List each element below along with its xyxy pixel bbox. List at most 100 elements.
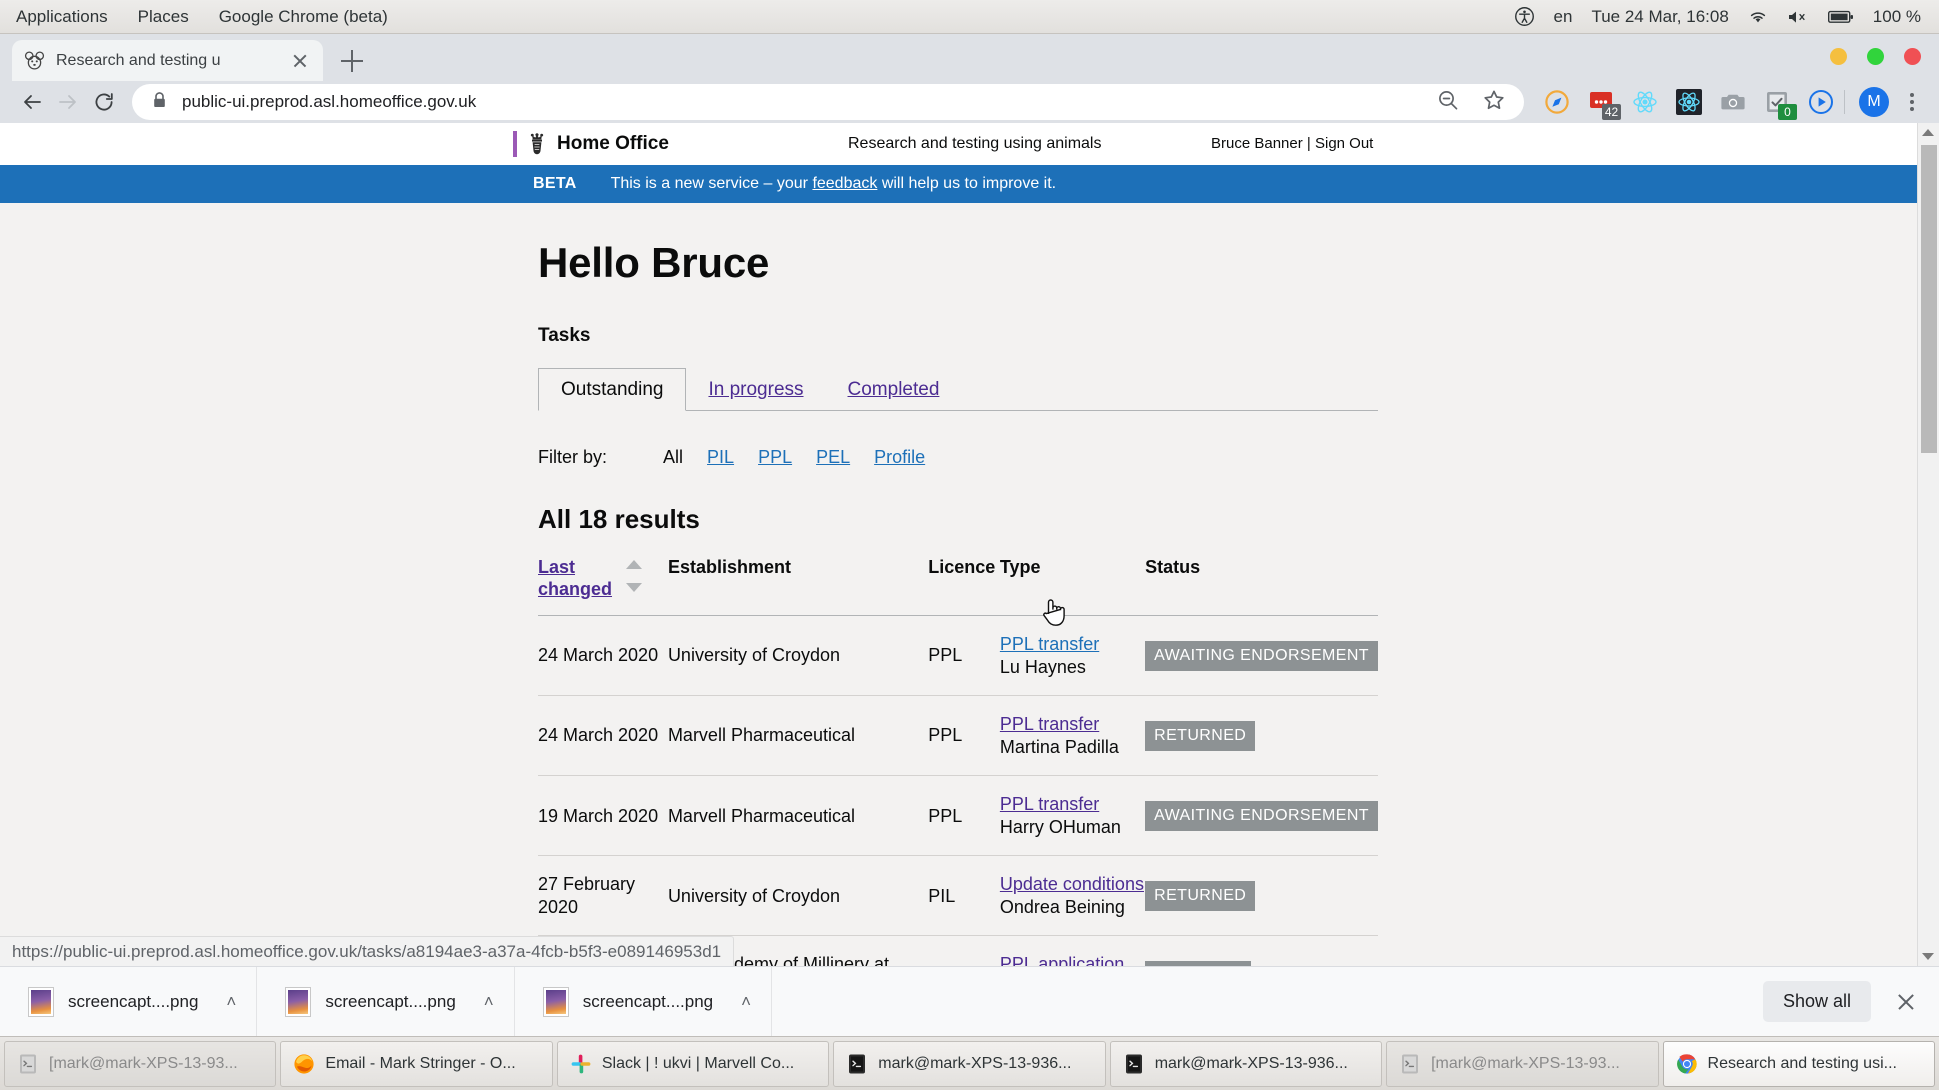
task-link[interactable]: Update conditions [1000, 873, 1145, 896]
taskbar-item-terminal-1[interactable]: [mark@mark-XPS-13-93... [4, 1040, 277, 1087]
new-tab-button[interactable] [338, 47, 366, 75]
filter-pel[interactable]: PEL [816, 447, 850, 468]
chrome-icon [1676, 1053, 1698, 1075]
back-button[interactable] [14, 84, 50, 120]
cell-licence: PPL [928, 695, 1000, 777]
scroll-up-icon[interactable] [1922, 129, 1934, 136]
reload-button[interactable] [86, 84, 122, 120]
download-item[interactable]: screencapt....png ˄ [257, 966, 515, 1037]
tasks-label: Tasks [538, 325, 591, 346]
zoom-out-icon[interactable] [1436, 88, 1460, 117]
task-link[interactable]: PPL transfer [1000, 793, 1145, 816]
sort-last-changed-link[interactable]: Last changed [538, 557, 612, 601]
status-url: https://public-ui.preprod.asl.homeoffice… [12, 941, 722, 961]
volume-muted-icon[interactable] [1787, 9, 1809, 25]
task-link[interactable]: PPL application [1000, 953, 1145, 966]
task-person: Ondrea Beining [999, 897, 1125, 918]
kebab-menu-icon[interactable] [1899, 87, 1925, 117]
taskbar-item-terminal-2[interactable]: mark@mark-XPS-13-936... [833, 1040, 1106, 1087]
table-row[interactable]: 27 February 2020 University of Croydon P… [538, 855, 1378, 937]
filter-profile[interactable]: Profile [874, 447, 925, 468]
minimize-button[interactable] [1830, 48, 1847, 65]
language-indicator[interactable]: en [1554, 7, 1573, 27]
task-link[interactable]: PPL transfer [1000, 633, 1145, 656]
tab-close-icon[interactable] [289, 50, 311, 72]
scroll-down-icon[interactable] [1922, 953, 1934, 960]
menu-applications[interactable]: Applications [16, 7, 108, 27]
extension-react-devtools-light-icon[interactable] [1632, 89, 1658, 115]
column-status: Status [1145, 557, 1378, 616]
close-downloads-shelf-icon[interactable] [1895, 991, 1917, 1013]
terminal-icon [1123, 1053, 1145, 1075]
taskbar-item-label: mark@mark-XPS-13-936... [878, 1054, 1072, 1072]
extension-camera-icon[interactable] [1720, 89, 1746, 115]
taskbar-item-terminal-4[interactable]: [mark@mark-XPS-13-93... [1386, 1040, 1659, 1087]
feedback-link[interactable]: feedback [812, 175, 877, 192]
wifi-icon[interactable] [1748, 9, 1768, 25]
tab-in-progress[interactable]: In progress [686, 369, 825, 410]
tab-completed[interactable]: Completed [826, 369, 962, 410]
extension-checklist-icon[interactable]: 0 [1764, 89, 1797, 120]
profile-avatar[interactable]: M [1859, 87, 1889, 117]
download-item[interactable]: screencapt....png ˄ [515, 966, 773, 1037]
desktop-top-bar: Applications Places Google Chrome (beta)… [0, 0, 1939, 34]
home-office-brand[interactable]: Home Office [513, 130, 669, 157]
taskbar-item-firefox-email[interactable]: Email - Mark Stringer - O... [280, 1040, 553, 1087]
status-badge: AWAITING ENDORSEMENT [1145, 800, 1378, 832]
filter-ppl[interactable]: PPL [758, 447, 792, 468]
extension-react-devtools-dark-icon[interactable] [1676, 89, 1702, 115]
filter-pil[interactable]: PIL [707, 447, 734, 468]
download-menu-icon[interactable]: ˄ [226, 992, 236, 1012]
address-bar-url[interactable]: public-ui.preprod.asl.homeoffice.gov.uk [182, 92, 476, 112]
star-icon[interactable] [1482, 88, 1506, 117]
cell-date: 27 February 2020 [538, 855, 668, 937]
download-menu-icon[interactable]: ˄ [741, 992, 751, 1012]
close-button[interactable] [1904, 48, 1921, 65]
cell-licence: PIL [928, 855, 1000, 937]
maximize-button[interactable] [1867, 48, 1884, 65]
sort-ascending-icon[interactable] [626, 560, 642, 569]
cell-status: RETURNED [1145, 855, 1378, 937]
toolbar-divider [1844, 90, 1845, 114]
tab-outstanding[interactable]: Outstanding [538, 368, 687, 411]
page-title: Hello Bruce [538, 239, 770, 286]
menu-google-chrome[interactable]: Google Chrome (beta) [219, 7, 388, 27]
sign-out-link[interactable]: Sign Out [1315, 135, 1373, 152]
page-viewport: Home Office Research and testing using a… [0, 123, 1939, 966]
taskbar-item-terminal-3[interactable]: mark@mark-XPS-13-936... [1109, 1040, 1383, 1087]
task-link[interactable]: PPL transfer [1000, 713, 1145, 736]
table-row[interactable]: 19 March 2020 Marvell Pharmaceutical PPL… [538, 775, 1378, 857]
extension-compass-icon[interactable] [1544, 89, 1570, 115]
sort-controls[interactable] [626, 557, 642, 592]
download-item[interactable]: screencapt....png ˄ [0, 966, 258, 1037]
accessibility-icon[interactable] [1514, 6, 1535, 27]
extension-badge: 0 [1778, 104, 1797, 120]
organisation-name: Home Office [557, 132, 669, 154]
cell-status: RECALLED [1145, 935, 1378, 966]
menu-places[interactable]: Places [138, 7, 189, 27]
filter-label: Filter by: [538, 447, 608, 467]
show-all-downloads-button[interactable]: Show all [1762, 981, 1871, 1022]
tab-strip: Research and testing u [0, 34, 1939, 81]
sort-descending-icon[interactable] [626, 583, 642, 592]
extension-play-icon[interactable] [1808, 89, 1834, 115]
scrollbar-thumb[interactable] [1921, 145, 1937, 453]
forward-button[interactable] [50, 84, 86, 120]
cell-type: PPL transfer Martina Padilla [999, 695, 1146, 777]
filter-all[interactable]: All [663, 447, 683, 468]
table-row[interactable]: 24 March 2020 Marvell Pharmaceutical PPL… [538, 695, 1378, 777]
download-menu-icon[interactable]: ˄ [484, 992, 494, 1012]
extension-icons: 42 0 [1524, 89, 1834, 120]
taskbar-item-chrome[interactable]: Research and testing usi... [1662, 1040, 1935, 1087]
extension-red-tasks-icon[interactable]: 42 [1588, 89, 1621, 120]
battery-icon[interactable] [1827, 10, 1854, 24]
address-bar[interactable]: public-ui.preprod.asl.homeoffice.gov.uk [132, 84, 1524, 120]
browser-tab[interactable]: Research and testing u [12, 40, 323, 81]
table-row[interactable]: 24 March 2020 University of Croydon PPL … [538, 615, 1378, 696]
page-scrollbar[interactable] [1917, 123, 1939, 966]
taskbar-item-label: [mark@mark-XPS-13-93... [1431, 1054, 1620, 1072]
clock[interactable]: Tue 24 Mar, 16:08 [1591, 7, 1728, 27]
taskbar-item-slack[interactable]: Slack | ! ukvi | Marvell Co... [556, 1040, 830, 1087]
column-establishment: Establishment [667, 557, 929, 616]
results-count: All 18 results [538, 504, 700, 534]
